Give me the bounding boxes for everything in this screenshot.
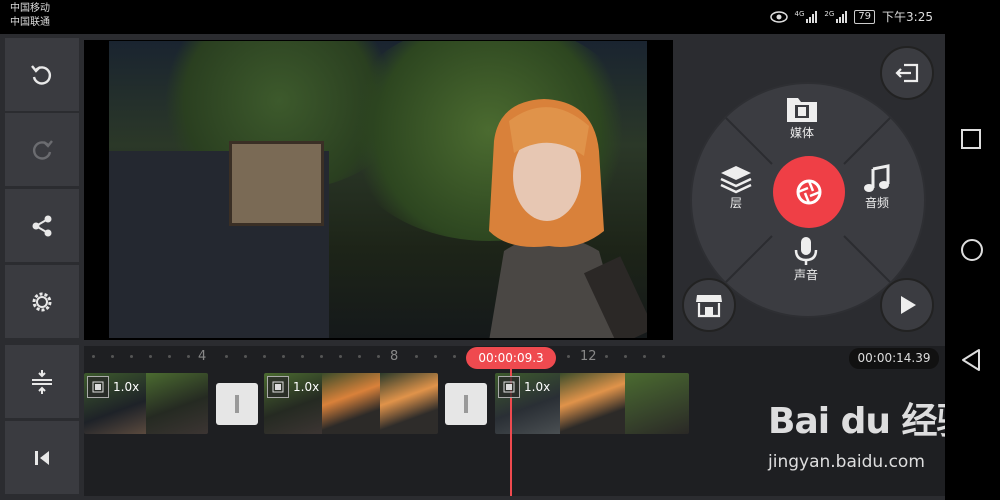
layers-icon: [720, 166, 752, 194]
ruler-tick: [187, 355, 190, 358]
ruler-tick: [567, 355, 570, 358]
clip-thumbnail: [146, 373, 208, 434]
film-icon: [498, 376, 520, 398]
ruler-label: 4: [198, 349, 207, 364]
transition-button[interactable]: [216, 383, 258, 425]
undo-icon: [31, 64, 51, 85]
audio-button[interactable]: 音频: [860, 164, 894, 211]
home-button[interactable]: [960, 238, 984, 262]
media-label: 媒体: [789, 126, 814, 140]
clip-speed-tag: 1.0x: [498, 376, 550, 398]
film-folder-icon: [787, 98, 817, 122]
store-icon: [696, 295, 722, 318]
ruler-tick: [301, 355, 304, 358]
clock: 下午3:25: [882, 10, 933, 24]
undo-button[interactable]: [5, 38, 79, 111]
ruler-tick: [244, 355, 247, 358]
system-nav-bar: [945, 0, 1000, 500]
media-button[interactable]: 媒体: [785, 94, 819, 141]
voice-label: 声音: [793, 268, 818, 282]
playhead-time: 00:00:09.3: [466, 347, 556, 369]
status-bar: 中国移动 中国联通 4G 2G 79 下午3:25: [0, 0, 945, 34]
total-duration: 00:00:14.39: [849, 348, 939, 369]
share-button[interactable]: [5, 189, 79, 262]
go-to-start-button[interactable]: [5, 421, 79, 494]
ruler-tick: [282, 355, 285, 358]
audio-label: 音频: [864, 196, 889, 210]
ruler-tick: [358, 355, 361, 358]
skip-start-icon: [35, 450, 49, 465]
ruler-tick: [149, 355, 152, 358]
gear-icon: [32, 292, 52, 311]
music-note-icon: [864, 164, 890, 192]
carrier-2: 中国联通: [10, 17, 50, 28]
clip-speed-tag: 1.0x: [87, 376, 139, 398]
ruler-tick: [643, 355, 646, 358]
baidu-watermark-url: jingyan.baidu.com: [768, 452, 925, 472]
baidu-watermark-logo: Bai du 经验: [768, 401, 973, 442]
battery-icon: 79: [854, 9, 876, 24]
signal-1-icon: 4G: [795, 10, 818, 23]
clip-speed-tag: 1.0x: [267, 376, 319, 398]
ruler-tick: [434, 355, 437, 358]
camera-shutter-icon: [796, 179, 822, 205]
ruler-tick: [339, 355, 342, 358]
ruler-tick: [168, 355, 171, 358]
status-indicators: 4G 2G 79 下午3:25: [769, 8, 933, 25]
ruler-label: 8: [390, 349, 399, 364]
settings-button[interactable]: [5, 265, 79, 338]
asset-store-button[interactable]: [682, 278, 736, 332]
layer-label: 层: [729, 196, 742, 210]
transition-button[interactable]: [445, 383, 487, 425]
clip-thumbnail: [625, 373, 689, 434]
exit-button[interactable]: [880, 46, 934, 100]
clip-thumbnail: [380, 373, 438, 434]
ruler-tick: [605, 355, 608, 358]
back-button[interactable]: [960, 348, 982, 372]
play-icon: [901, 296, 916, 314]
eye-icon: [769, 10, 788, 23]
redo-icon: [33, 139, 53, 160]
ruler-tick: [662, 355, 665, 358]
carrier-1: 中国移动: [10, 3, 50, 14]
redo-button[interactable]: [5, 113, 79, 186]
ruler-tick: [92, 355, 95, 358]
capture-button[interactable]: [773, 156, 845, 228]
video-clip[interactable]: 1.0x: [264, 373, 438, 434]
recent-apps-button[interactable]: [960, 128, 982, 150]
layer-button[interactable]: 层: [719, 164, 753, 211]
ruler-tick: [377, 355, 380, 358]
ruler-tick: [111, 355, 114, 358]
exit-icon: [895, 63, 919, 83]
film-icon: [267, 376, 289, 398]
storefront-sign: [229, 141, 324, 226]
ruler-tick: [263, 355, 266, 358]
share-icon: [32, 215, 52, 236]
play-button[interactable]: [880, 278, 934, 332]
track-layout-button[interactable]: [5, 345, 79, 418]
film-icon: [87, 376, 109, 398]
clip-thumbnail: [322, 373, 380, 434]
ruler-tick: [320, 355, 323, 358]
ruler-tick: [415, 355, 418, 358]
signal-2-icon: 2G: [824, 10, 848, 23]
ruler-label: 12: [580, 349, 597, 364]
person-figure: [489, 99, 647, 338]
ruler-tick: [225, 355, 228, 358]
video-clip[interactable]: 1.0x: [495, 373, 689, 434]
ruler-tick: [453, 355, 456, 358]
tracks-icon: [32, 369, 52, 394]
ruler-tick: [624, 355, 627, 358]
clip-thumbnail: [560, 373, 625, 434]
ruler-tick: [130, 355, 133, 358]
video-frame[interactable]: [109, 41, 647, 338]
microphone-icon: [794, 237, 818, 265]
voice-button[interactable]: 声音: [789, 236, 823, 283]
video-clip[interactable]: 1.0x: [84, 373, 208, 434]
